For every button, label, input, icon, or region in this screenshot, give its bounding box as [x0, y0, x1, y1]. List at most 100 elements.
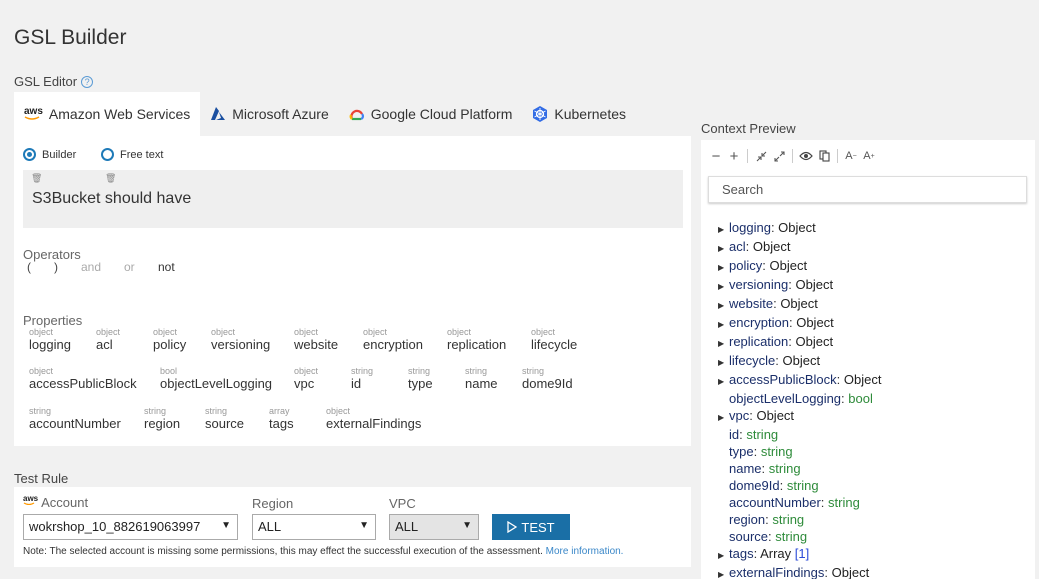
- expand-caret-icon[interactable]: ▶: [718, 566, 729, 579]
- tree-node[interactable]: ▶ vpc: Object: [718, 407, 881, 426]
- tree-node[interactable]: ▶ accessPublicBlock: Object: [718, 371, 881, 390]
- property-id[interactable]: string id: [351, 366, 373, 392]
- account-select[interactable]: wokrshop_10_882619063997 ▼: [23, 514, 238, 540]
- property-lifecycle[interactable]: object lifecycle: [531, 327, 577, 353]
- tab-kubernetes[interactable]: Kubernetes: [522, 92, 636, 136]
- expand-caret-icon[interactable]: ▶: [718, 259, 729, 276]
- operator-close-paren[interactable]: ): [54, 260, 58, 274]
- tree-node[interactable]: ▶ externalFindings: Object: [718, 564, 881, 579]
- property-vpc[interactable]: object vpc: [294, 366, 318, 392]
- tree-node: dome9Id: string: [729, 478, 819, 493]
- aws-icon: aws: [23, 494, 39, 505]
- tree-node[interactable]: ▶ encryption: Object: [718, 314, 881, 333]
- property-name: vpc: [294, 376, 315, 391]
- property-name: dome9Id: [522, 376, 573, 391]
- expand-caret-icon[interactable]: ▶: [718, 373, 729, 390]
- expand-icon[interactable]: [772, 148, 786, 164]
- property-source[interactable]: string source: [205, 406, 244, 432]
- expand-caret-icon[interactable]: ▶: [718, 221, 729, 238]
- property-externalfindings[interactable]: object externalFindings: [326, 406, 421, 432]
- property-acl[interactable]: object acl: [96, 327, 120, 353]
- operator-and[interactable]: and: [81, 260, 101, 274]
- expand-caret-icon[interactable]: ▶: [718, 316, 729, 333]
- collapse-all-icon[interactable]: −: [709, 148, 723, 165]
- test-button-label: TEST: [521, 519, 555, 535]
- tree-node[interactable]: ▶ acl: Object: [718, 238, 881, 257]
- property-name[interactable]: string name: [465, 366, 498, 392]
- decrease-font-icon[interactable]: A −: [844, 148, 858, 164]
- help-icon[interactable]: ?: [81, 75, 94, 88]
- property-versioning[interactable]: object versioning: [211, 327, 270, 353]
- expand-caret-icon[interactable]: ▶: [718, 297, 729, 314]
- vpc-label: VPC: [389, 496, 416, 511]
- property-logging[interactable]: object logging: [29, 327, 71, 353]
- dropdown-arrow-icon: ▼: [359, 520, 369, 531]
- operator-or[interactable]: or: [124, 260, 135, 274]
- property-website[interactable]: object website: [294, 327, 338, 353]
- tree-node[interactable]: ▶ website: Object: [718, 295, 881, 314]
- property-type: object: [96, 327, 121, 337]
- tab-aws[interactable]: aws Amazon Web Services: [14, 92, 201, 136]
- tab-aws-label: Amazon Web Services: [48, 106, 191, 122]
- rule-editor[interactable]: 🗑 🗑 S3Bucket should have: [23, 170, 683, 228]
- tree-node[interactable]: ▶ replication: Object: [718, 333, 881, 352]
- tree-node[interactable]: ▶ logging: Object: [718, 219, 881, 238]
- expand-caret-icon[interactable]: ▶: [718, 278, 729, 295]
- property-type: object: [326, 406, 351, 416]
- tab-azure-label: Microsoft Azure: [232, 106, 329, 122]
- tab-kubernetes-label: Kubernetes: [554, 106, 626, 122]
- property-type: object: [294, 366, 319, 376]
- property-objectlevellogging[interactable]: bool objectLevelLogging: [160, 366, 272, 392]
- property-accountnumber[interactable]: string accountNumber: [29, 406, 121, 432]
- tree-node[interactable]: ▶ tags: Array [1]: [718, 545, 881, 564]
- tab-gcp-label: Google Cloud Platform: [370, 106, 513, 122]
- property-accesspublicblock[interactable]: object accessPublicBlock: [29, 366, 137, 392]
- operator-open-paren[interactable]: (: [27, 260, 31, 274]
- expand-all-icon[interactable]: +: [727, 148, 741, 165]
- delete-icon[interactable]: 🗑: [105, 173, 116, 184]
- test-button[interactable]: TEST: [492, 514, 570, 540]
- operators-label: Operators: [23, 247, 81, 262]
- property-type[interactable]: string type: [408, 366, 433, 392]
- expand-caret-icon[interactable]: ▶: [718, 240, 729, 257]
- region-label: Region: [252, 496, 294, 511]
- eye-icon[interactable]: [799, 148, 813, 164]
- copy-icon[interactable]: [817, 148, 831, 164]
- delete-icon[interactable]: 🗑: [31, 173, 42, 184]
- expand-caret-icon[interactable]: ▶: [718, 335, 729, 352]
- property-name: type: [408, 376, 433, 391]
- builder-panel: Builder Free text 🗑 🗑 S3Bucket should ha…: [14, 136, 691, 446]
- context-preview-panel: − + A − A + Search ▶ logging: Object ▶ acl: …: [701, 140, 1035, 579]
- region-select[interactable]: ALL ▼: [252, 514, 376, 540]
- compress-icon[interactable]: [754, 148, 768, 164]
- more-information-link[interactable]: More information.: [546, 546, 624, 557]
- mode-free-text[interactable]: Free text: [101, 148, 163, 161]
- tree-node: name: string: [729, 461, 801, 476]
- property-region[interactable]: string region: [144, 406, 180, 432]
- tab-gcp[interactable]: Google Cloud Platform: [339, 92, 523, 136]
- expand-caret-icon[interactable]: ▶: [718, 354, 729, 371]
- expand-caret-icon[interactable]: ▶: [718, 547, 729, 564]
- increase-font-icon[interactable]: A +: [862, 148, 876, 164]
- expand-caret-icon[interactable]: ▶: [718, 409, 729, 426]
- property-policy[interactable]: object policy: [153, 327, 186, 353]
- tab-azure[interactable]: Microsoft Azure: [200, 92, 338, 136]
- rule-text: S3Bucket should have: [32, 190, 192, 207]
- mode-builder[interactable]: Builder: [23, 148, 76, 161]
- property-replication[interactable]: object replication: [447, 327, 506, 353]
- tree-node[interactable]: ▶ lifecycle: Object: [718, 352, 881, 371]
- property-type: object: [211, 327, 236, 337]
- radio-selected-icon: [23, 148, 36, 161]
- property-tags[interactable]: array tags: [269, 406, 294, 432]
- property-type: object: [153, 327, 178, 337]
- play-icon: [507, 521, 518, 533]
- property-type: string: [205, 406, 228, 416]
- operator-not[interactable]: not: [158, 260, 175, 274]
- property-encryption[interactable]: object encryption: [363, 327, 423, 353]
- vpc-select[interactable]: ALL ▼: [389, 514, 479, 540]
- tree-node[interactable]: ▶ versioning: Object: [718, 276, 881, 295]
- property-dome9id[interactable]: string dome9Id: [522, 366, 573, 392]
- property-type: string: [465, 366, 488, 376]
- context-search-input[interactable]: Search: [708, 176, 1027, 203]
- tree-node[interactable]: ▶ policy: Object: [718, 257, 881, 276]
